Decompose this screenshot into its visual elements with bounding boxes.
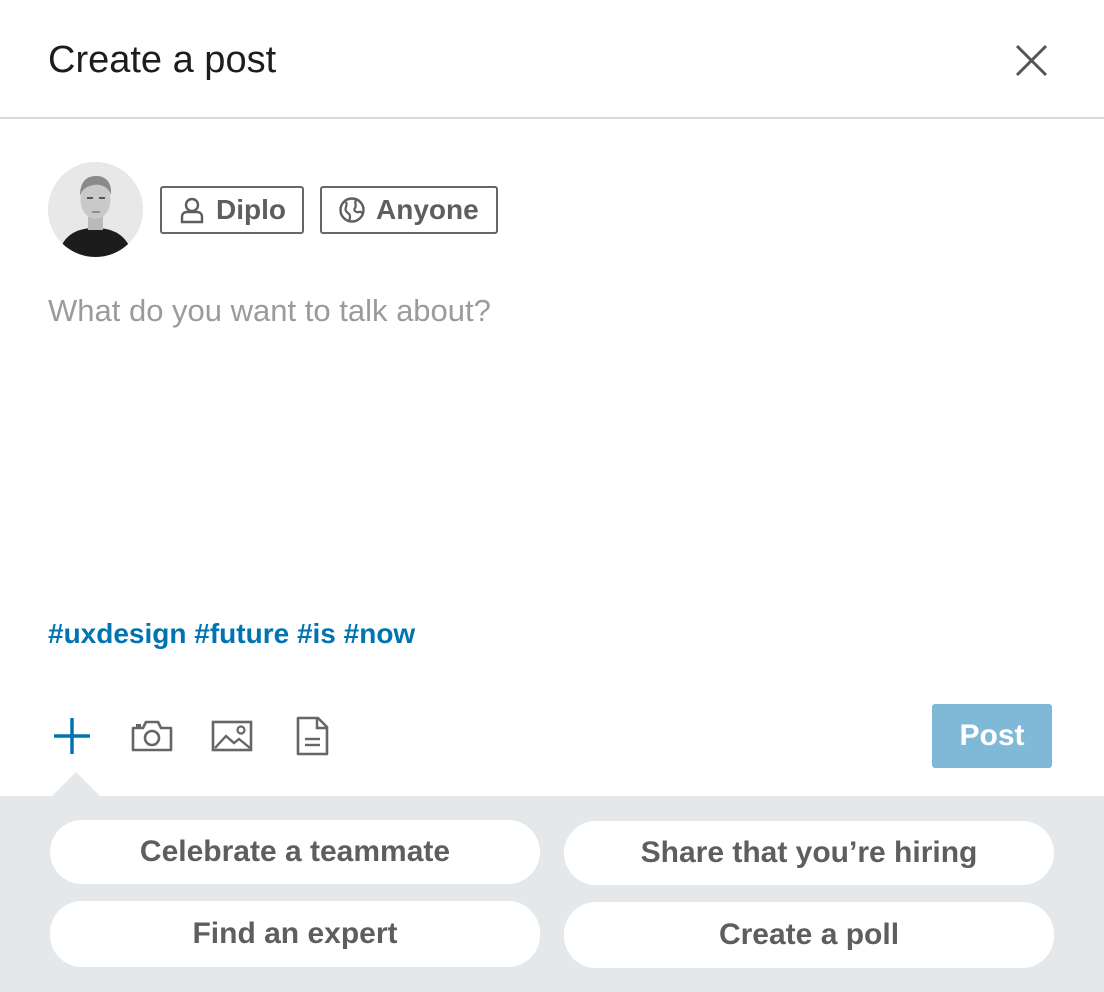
avatar (48, 162, 143, 257)
image-icon (211, 720, 253, 752)
post-text-editor[interactable]: What do you want to talk about? (48, 290, 1056, 590)
camera-icon (131, 720, 173, 752)
close-button[interactable] (1010, 40, 1054, 84)
suggestion-find-expert[interactable]: Find an expert (50, 901, 540, 967)
visibility-label: Anyone (376, 194, 479, 225)
globe-icon (338, 196, 366, 224)
author-name: Diplo (216, 194, 286, 225)
plus-icon (54, 718, 90, 754)
post-button[interactable]: Post (932, 704, 1052, 768)
suggestion-create-poll[interactable]: Create a poll (564, 902, 1054, 968)
suggestion-share-hiring[interactable]: Share that you’re hiring (564, 821, 1054, 885)
close-icon (1015, 44, 1048, 77)
panel-pointer (52, 772, 100, 796)
author-selector-button[interactable]: Diplo (160, 186, 304, 234)
add-content-button[interactable] (48, 712, 96, 760)
add-document-button[interactable] (288, 712, 336, 760)
suggestion-celebrate-teammate[interactable]: Celebrate a teammate (50, 820, 540, 884)
hashtags-text[interactable]: #uxdesign #future #is #now (48, 615, 415, 653)
person-icon (178, 196, 206, 224)
add-video-button[interactable] (128, 712, 176, 760)
editor-placeholder: What do you want to talk about? (48, 293, 491, 328)
create-post-dialog: Create a post Diplo Anyone What do you w… (0, 0, 1104, 992)
document-icon (296, 716, 329, 756)
add-photo-button[interactable] (208, 712, 256, 760)
dialog-title: Create a post (48, 39, 277, 81)
dialog-header: Create a post (0, 0, 1104, 119)
visibility-selector-button[interactable]: Anyone (320, 186, 498, 234)
